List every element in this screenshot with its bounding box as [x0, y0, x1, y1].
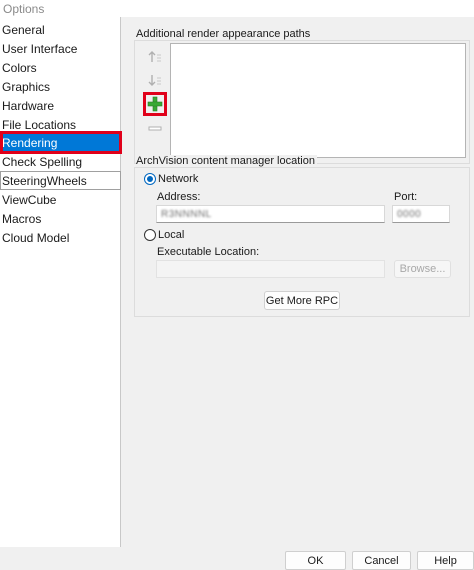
window-title: Options [0, 0, 474, 17]
network-label: Network [158, 173, 199, 185]
appearance-paths-list[interactable] [170, 43, 466, 158]
arrow-up-list-icon[interactable] [146, 48, 164, 66]
sidebar-item-viewcube[interactable]: ViewCube [0, 191, 121, 210]
browse-button[interactable]: Browse... [394, 260, 451, 278]
sidebar-item-graphics[interactable]: Graphics [0, 78, 121, 97]
archvision-title: ArchVision content manager location [136, 155, 317, 167]
sidebar-item-hardware[interactable]: Hardware [0, 97, 121, 116]
ok-button[interactable]: OK [285, 551, 346, 570]
sidebar-item-steeringwheels[interactable]: SteeringWheels [0, 171, 121, 190]
executable-location-label: Executable Location: [157, 246, 260, 258]
address-value: R3NNNNL [161, 209, 212, 220]
get-more-rpc-button[interactable]: Get More RPC [264, 291, 340, 310]
sidebar-item-user-interface[interactable]: User Interface [0, 40, 121, 59]
sidebar-item-file-locations[interactable]: File Locations [0, 116, 121, 135]
plus-icon[interactable] [146, 95, 164, 113]
address-field[interactable]: R3NNNNL [156, 205, 385, 223]
sidebar-item-rendering[interactable]: Rendering [0, 134, 121, 153]
port-field[interactable]: 0000 [392, 205, 450, 223]
rendering-options-panel: Additional render appearance paths ArchV… [122, 17, 474, 547]
arrow-down-list-icon[interactable] [146, 71, 164, 89]
address-label: Address: [157, 191, 201, 203]
local-radio[interactable] [144, 229, 156, 241]
network-radio[interactable] [144, 173, 156, 185]
port-label: Port: [394, 191, 418, 203]
help-button[interactable]: Help [417, 551, 474, 570]
options-category-list: General User Interface Colors Graphics H… [0, 17, 121, 547]
sidebar-item-colors[interactable]: Colors [0, 59, 121, 78]
minus-icon[interactable] [146, 119, 164, 137]
port-value: 0000 [397, 209, 422, 220]
appearance-paths-title: Additional render appearance paths [136, 28, 313, 40]
sidebar-item-macros[interactable]: Macros [0, 210, 121, 229]
sidebar-item-cloud-model[interactable]: Cloud Model [0, 229, 121, 248]
sidebar-item-general[interactable]: General [0, 21, 121, 40]
executable-location-field[interactable] [156, 260, 385, 278]
cancel-button[interactable]: Cancel [352, 551, 411, 570]
dialog-footer: OK Cancel Help [0, 547, 474, 570]
local-label: Local [158, 229, 185, 241]
sidebar-item-check-spelling[interactable]: Check Spelling [0, 153, 121, 172]
